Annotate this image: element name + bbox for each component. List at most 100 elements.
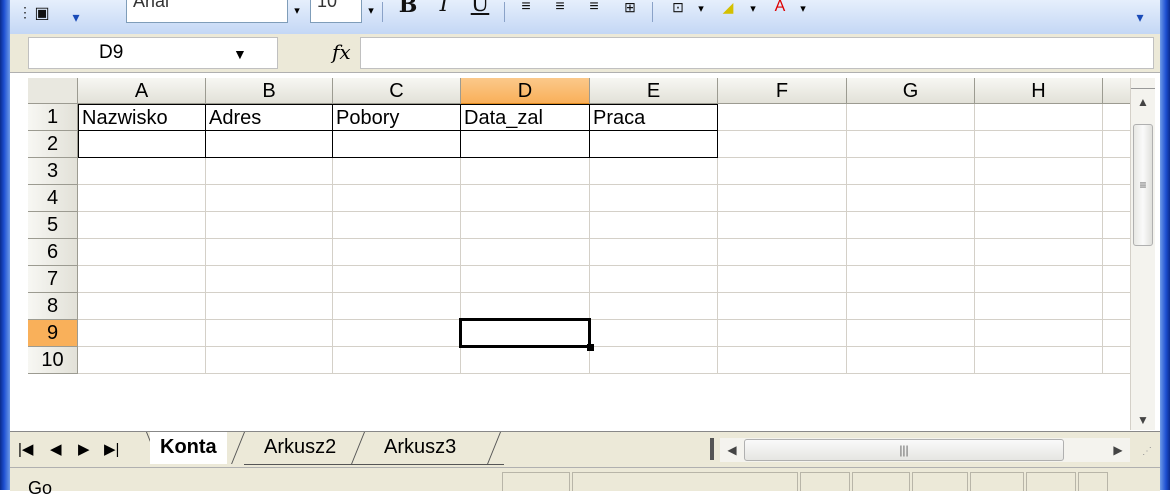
cell-d7[interactable] xyxy=(461,266,590,293)
cell-a3[interactable] xyxy=(78,158,206,185)
toolbar-options-chevron-icon[interactable]: ▾ xyxy=(1126,10,1154,32)
cell-b8[interactable] xyxy=(206,293,333,320)
sheet-tab-arkusz2[interactable]: Arkusz2 xyxy=(254,432,346,464)
prev-sheet-icon[interactable]: ◀ xyxy=(50,440,62,458)
cell-b9[interactable] xyxy=(206,320,333,347)
cell-i6[interactable] xyxy=(1103,239,1130,266)
cell-g6[interactable] xyxy=(847,239,975,266)
vertical-scroll-thumb[interactable]: ≡ xyxy=(1133,124,1153,246)
cell-f8[interactable] xyxy=(718,293,847,320)
row-header-2[interactable]: 2 xyxy=(28,131,78,158)
cell-e7[interactable] xyxy=(590,266,718,293)
cell-f5[interactable] xyxy=(718,212,847,239)
vertical-scrollbar[interactable]: ▲ ≡ ▼ xyxy=(1130,78,1155,430)
cell-h4[interactable] xyxy=(975,185,1103,212)
borders-icon[interactable]: ⊡ xyxy=(664,0,692,22)
cell-a9[interactable] xyxy=(78,320,206,347)
cell-d5[interactable] xyxy=(461,212,590,239)
column-header-g[interactable]: G xyxy=(847,78,975,104)
scroll-right-icon[interactable]: ▶ xyxy=(1108,438,1128,462)
font-color-dropdown-icon[interactable]: ▾ xyxy=(796,2,810,16)
cell-e1[interactable]: Praca xyxy=(590,104,718,131)
cell-a4[interactable] xyxy=(78,185,206,212)
first-sheet-icon[interactable]: |◀ xyxy=(18,440,33,458)
cell-h2[interactable] xyxy=(975,131,1103,158)
fill-handle[interactable] xyxy=(587,344,594,351)
cell-e6[interactable] xyxy=(590,239,718,266)
cell-g3[interactable] xyxy=(847,158,975,185)
cell-c6[interactable] xyxy=(333,239,461,266)
cell-b10[interactable] xyxy=(206,347,333,374)
cell-h7[interactable] xyxy=(975,266,1103,293)
column-header-h[interactable]: H xyxy=(975,78,1103,104)
cell-c4[interactable] xyxy=(333,185,461,212)
split-box-vertical[interactable] xyxy=(1131,78,1155,89)
align-center-icon[interactable]: ≡ xyxy=(546,0,574,22)
last-sheet-icon[interactable]: ▶| xyxy=(104,440,119,458)
cell-c3[interactable] xyxy=(333,158,461,185)
font-size-combo[interactable]: 10 xyxy=(310,0,362,23)
row-header-5[interactable]: 5 xyxy=(28,212,78,239)
cell-d2[interactable] xyxy=(461,131,590,158)
merge-center-icon[interactable]: ⊞ xyxy=(616,0,644,22)
cell-a6[interactable] xyxy=(78,239,206,266)
cell-d6[interactable] xyxy=(461,239,590,266)
cell-e4[interactable] xyxy=(590,185,718,212)
row-header-7[interactable]: 7 xyxy=(28,266,78,293)
align-left-icon[interactable]: ≡ xyxy=(512,0,540,22)
cell-c7[interactable] xyxy=(333,266,461,293)
column-header-d[interactable]: D xyxy=(461,78,590,104)
scroll-up-icon[interactable]: ▲ xyxy=(1131,90,1155,114)
scroll-left-icon[interactable]: ◀ xyxy=(722,438,742,462)
cell-h6[interactable] xyxy=(975,239,1103,266)
cell-f1[interactable] xyxy=(718,104,847,131)
cell-a8[interactable] xyxy=(78,293,206,320)
cell-a5[interactable] xyxy=(78,212,206,239)
cell-g7[interactable] xyxy=(847,266,975,293)
cell-d8[interactable] xyxy=(461,293,590,320)
cell-g2[interactable] xyxy=(847,131,975,158)
cell-f10[interactable] xyxy=(718,347,847,374)
row-header-3[interactable]: 3 xyxy=(28,158,78,185)
cell-d4[interactable] xyxy=(461,185,590,212)
row-header-6[interactable]: 6 xyxy=(28,239,78,266)
borders-dropdown-icon[interactable]: ▾ xyxy=(694,2,708,16)
sheet-tab-arkusz3[interactable]: Arkusz3 xyxy=(374,432,466,464)
cell-a10[interactable] xyxy=(78,347,206,374)
cell-g1[interactable] xyxy=(847,104,975,131)
cell-g10[interactable] xyxy=(847,347,975,374)
scroll-down-icon[interactable]: ▼ xyxy=(1131,410,1155,430)
cell-e9[interactable] xyxy=(590,320,718,347)
cell-g8[interactable] xyxy=(847,293,975,320)
font-name-combo[interactable]: Arial xyxy=(126,0,288,23)
horizontal-scrollbar[interactable]: ◀ ||| ▶ xyxy=(720,438,1130,462)
cell-i9[interactable] xyxy=(1103,320,1130,347)
fill-color-icon[interactable]: ◢ xyxy=(714,0,742,22)
cell-h3[interactable] xyxy=(975,158,1103,185)
cell-f6[interactable] xyxy=(718,239,847,266)
cell-b7[interactable] xyxy=(206,266,333,293)
cell-i3[interactable] xyxy=(1103,158,1130,185)
column-header-b[interactable]: B xyxy=(206,78,333,104)
cell-e3[interactable] xyxy=(590,158,718,185)
toolbar-options-icon[interactable]: ▣ xyxy=(28,6,56,28)
cell-i2[interactable] xyxy=(1103,131,1130,158)
cell-c10[interactable] xyxy=(333,347,461,374)
cell-a7[interactable] xyxy=(78,266,206,293)
cell-b5[interactable] xyxy=(206,212,333,239)
cell-d3[interactable] xyxy=(461,158,590,185)
font-color-icon[interactable]: A xyxy=(766,0,794,22)
sheet-tab-konta[interactable]: Konta xyxy=(150,432,227,464)
row-header-9[interactable]: 9 xyxy=(28,320,78,347)
cell-c1[interactable]: Pobory xyxy=(333,104,461,131)
column-header-f[interactable]: F xyxy=(718,78,847,104)
column-header-c[interactable]: C xyxy=(333,78,461,104)
column-header-a[interactable]: A xyxy=(78,78,206,104)
cell-i5[interactable] xyxy=(1103,212,1130,239)
cell-i7[interactable] xyxy=(1103,266,1130,293)
toolbar-chevron-icon[interactable]: ▾ xyxy=(62,10,90,32)
cell-i1[interactable] xyxy=(1103,104,1130,131)
underline-button[interactable]: U xyxy=(466,0,494,22)
resize-grip-icon[interactable]: ⋰ xyxy=(1142,446,1152,457)
formula-input[interactable] xyxy=(360,37,1154,69)
